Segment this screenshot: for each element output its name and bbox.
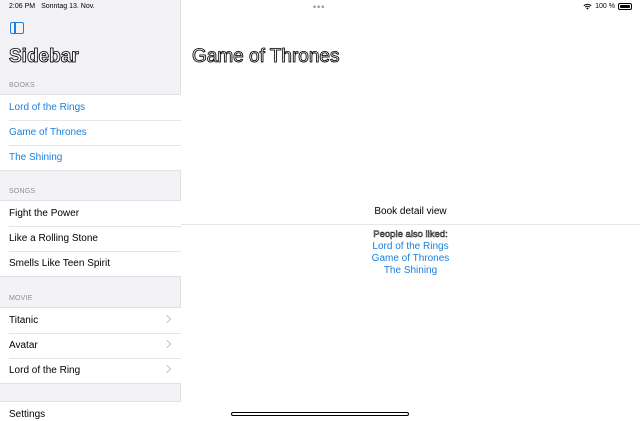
- sidebar-toggle-icon[interactable]: [10, 22, 24, 34]
- detail-view-label: Book detail view: [374, 206, 447, 217]
- divider: [181, 224, 640, 225]
- sidebar-item-label: Titanic: [9, 315, 39, 326]
- status-date: Sonntag 13. Nov.: [41, 3, 95, 10]
- section-header-books: BOOKS: [9, 82, 35, 89]
- sidebar-item-game-of-thrones[interactable]: Game of Thrones: [0, 120, 181, 145]
- settings-group: Settings: [0, 401, 181, 421]
- sidebar-item-avatar[interactable]: Avatar: [0, 333, 181, 358]
- sidebar-item-smells-like-teen-spirit[interactable]: Smells Like Teen Spirit: [0, 251, 181, 276]
- detail-title: Game of Thrones: [192, 46, 340, 68]
- home-indicator[interactable]: [231, 412, 409, 416]
- sidebar-item-fight-the-power[interactable]: Fight the Power: [0, 201, 181, 226]
- also-liked-link-lord-of-the-rings[interactable]: Lord of the Rings: [181, 241, 640, 253]
- also-liked-list: Lord of the Rings Game of Thrones The Sh…: [181, 241, 640, 277]
- battery-icon: [618, 3, 632, 10]
- sidebar: Sidebar BOOKS Lord of the Rings Game of …: [0, 0, 181, 421]
- sidebar-item-label: Lord of the Ring: [9, 365, 81, 376]
- sidebar-item-like-a-rolling-stone[interactable]: Like a Rolling Stone: [0, 226, 181, 251]
- sidebar-title: Sidebar: [9, 46, 79, 68]
- sidebar-item-settings[interactable]: Settings: [0, 402, 181, 421]
- wifi-icon: [583, 3, 592, 10]
- also-liked-link-game-of-thrones[interactable]: Game of Thrones: [181, 253, 640, 265]
- books-group: Lord of the Rings Game of Thrones The Sh…: [0, 94, 181, 171]
- status-time: 2:06 PM: [9, 3, 36, 10]
- sidebar-item-lord-of-the-rings[interactable]: Lord of the Rings: [0, 95, 181, 120]
- section-header-songs: SONGS: [9, 188, 36, 195]
- sidebar-item-label: Avatar: [9, 340, 38, 351]
- movie-group: Titanic Avatar Lord of the Ring: [0, 307, 181, 384]
- also-liked-link-the-shining[interactable]: The Shining: [181, 265, 640, 277]
- status-bar-left: 2:06 PM Sonntag 13. Nov.: [9, 3, 101, 10]
- section-header-movie: MOVIE: [9, 295, 33, 302]
- chevron-right-icon: [162, 339, 172, 349]
- sidebar-item-the-shining[interactable]: The Shining: [0, 145, 181, 170]
- status-bar-right: 100 %: [583, 3, 632, 10]
- songs-group: Fight the Power Like a Rolling Stone Sme…: [0, 200, 181, 277]
- multitasking-dots-icon[interactable]: •••: [313, 3, 325, 12]
- chevron-right-icon: [162, 314, 172, 324]
- battery-percent: 100 %: [595, 3, 615, 10]
- chevron-right-icon: [162, 364, 172, 374]
- sidebar-item-lord-of-the-ring[interactable]: Lord of the Ring: [0, 358, 181, 383]
- sidebar-item-titanic[interactable]: Titanic: [0, 308, 181, 333]
- also-liked-header: People also liked:: [373, 229, 448, 241]
